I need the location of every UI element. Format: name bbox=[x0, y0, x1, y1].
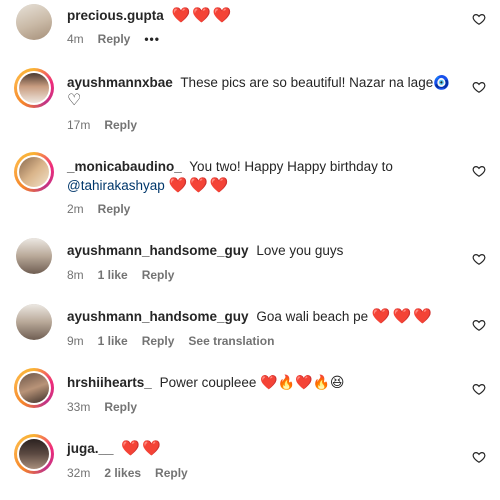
likes-count-button[interactable]: 1 like bbox=[98, 334, 128, 348]
comment-time: 2m bbox=[67, 202, 84, 216]
comment-mention-link[interactable]: @tahirakashyap bbox=[67, 178, 165, 193]
heart-outline-icon[interactable] bbox=[472, 382, 486, 396]
comment-emoji: ❤️❤️❤️ bbox=[371, 308, 434, 325]
heart-outline-icon[interactable] bbox=[472, 252, 486, 266]
comment-time: 9m bbox=[67, 334, 84, 348]
comment-emoji: ❤️🔥❤️🔥😆 bbox=[260, 374, 345, 390]
comment-time: 4m bbox=[67, 32, 84, 46]
more-options-button[interactable]: ••• bbox=[144, 32, 160, 46]
avatar[interactable] bbox=[16, 4, 52, 40]
see-translation-button[interactable]: See translation bbox=[188, 334, 274, 348]
comment-username[interactable]: ayushmannxbae bbox=[67, 75, 173, 90]
comment-text: You two! Happy Happy birthday to bbox=[189, 159, 393, 174]
comment-text: Power coupleee bbox=[159, 375, 257, 390]
comment-emoji: ♡ bbox=[67, 92, 82, 109]
heart-outline-icon[interactable] bbox=[472, 318, 486, 332]
comment-item: ayushmann_handsome_guy Love you guys 8m … bbox=[0, 234, 500, 290]
reply-button[interactable]: Reply bbox=[142, 334, 175, 348]
reply-button[interactable]: Reply bbox=[104, 118, 137, 132]
reply-button[interactable]: Reply bbox=[142, 268, 175, 282]
reply-button[interactable]: Reply bbox=[98, 32, 131, 46]
comment-time: 8m bbox=[67, 268, 84, 282]
comment-username[interactable]: juga.__ bbox=[67, 441, 114, 456]
avatar[interactable] bbox=[14, 152, 54, 192]
comment-username[interactable]: _monicabaudino_ bbox=[67, 159, 182, 174]
comment-emoji: ❤️❤️❤️ bbox=[168, 177, 231, 194]
comment-time: 32m bbox=[67, 466, 91, 480]
comment-item: ayushmann_handsome_guy Goa wali beach pe… bbox=[0, 300, 500, 356]
avatar[interactable] bbox=[16, 304, 52, 340]
likes-count-button[interactable]: 1 like bbox=[98, 268, 128, 282]
avatar[interactable] bbox=[16, 238, 52, 274]
comment-username[interactable]: hrshiihearts_ bbox=[67, 375, 152, 390]
comment-time: 33m bbox=[67, 400, 91, 414]
comment-item: precious.gupta ❤️❤️❤️ 4m Reply ••• bbox=[0, 0, 500, 56]
heart-outline-icon[interactable] bbox=[472, 12, 486, 26]
comment-item: juga.__ ❤️❤️ 32m 2 likes Reply bbox=[0, 432, 500, 492]
comment-item: _monicabaudino_ You two! Happy Happy bir… bbox=[0, 148, 500, 222]
comment-text: These pics are so beautiful! Nazar na la… bbox=[180, 75, 451, 90]
comment-time: 17m bbox=[67, 118, 91, 132]
comment-text: Goa wali beach pe bbox=[256, 309, 369, 324]
heart-outline-icon[interactable] bbox=[472, 80, 486, 94]
heart-outline-icon[interactable] bbox=[472, 164, 486, 178]
likes-count-button[interactable]: 2 likes bbox=[104, 466, 141, 480]
comment-username[interactable]: ayushmann_handsome_guy bbox=[67, 309, 249, 324]
comment-username[interactable]: ayushmann_handsome_guy bbox=[67, 243, 249, 258]
reply-button[interactable]: Reply bbox=[155, 466, 188, 480]
avatar[interactable] bbox=[14, 368, 54, 408]
comment-emoji: ❤️❤️❤️ bbox=[171, 7, 234, 24]
comment-item: hrshiihearts_ Power coupleee ❤️🔥❤️🔥😆 33m… bbox=[0, 364, 500, 424]
comment-item: ayushmannxbae These pics are so beautifu… bbox=[0, 64, 500, 138]
comment-emoji: ❤️❤️ bbox=[121, 440, 163, 457]
avatar[interactable] bbox=[14, 68, 54, 108]
comment-username[interactable]: precious.gupta bbox=[67, 8, 164, 23]
avatar[interactable] bbox=[14, 434, 54, 474]
comment-text: Love you guys bbox=[256, 243, 344, 258]
heart-outline-icon[interactable] bbox=[472, 450, 486, 464]
reply-button[interactable]: Reply bbox=[98, 202, 131, 216]
reply-button[interactable]: Reply bbox=[104, 400, 137, 414]
